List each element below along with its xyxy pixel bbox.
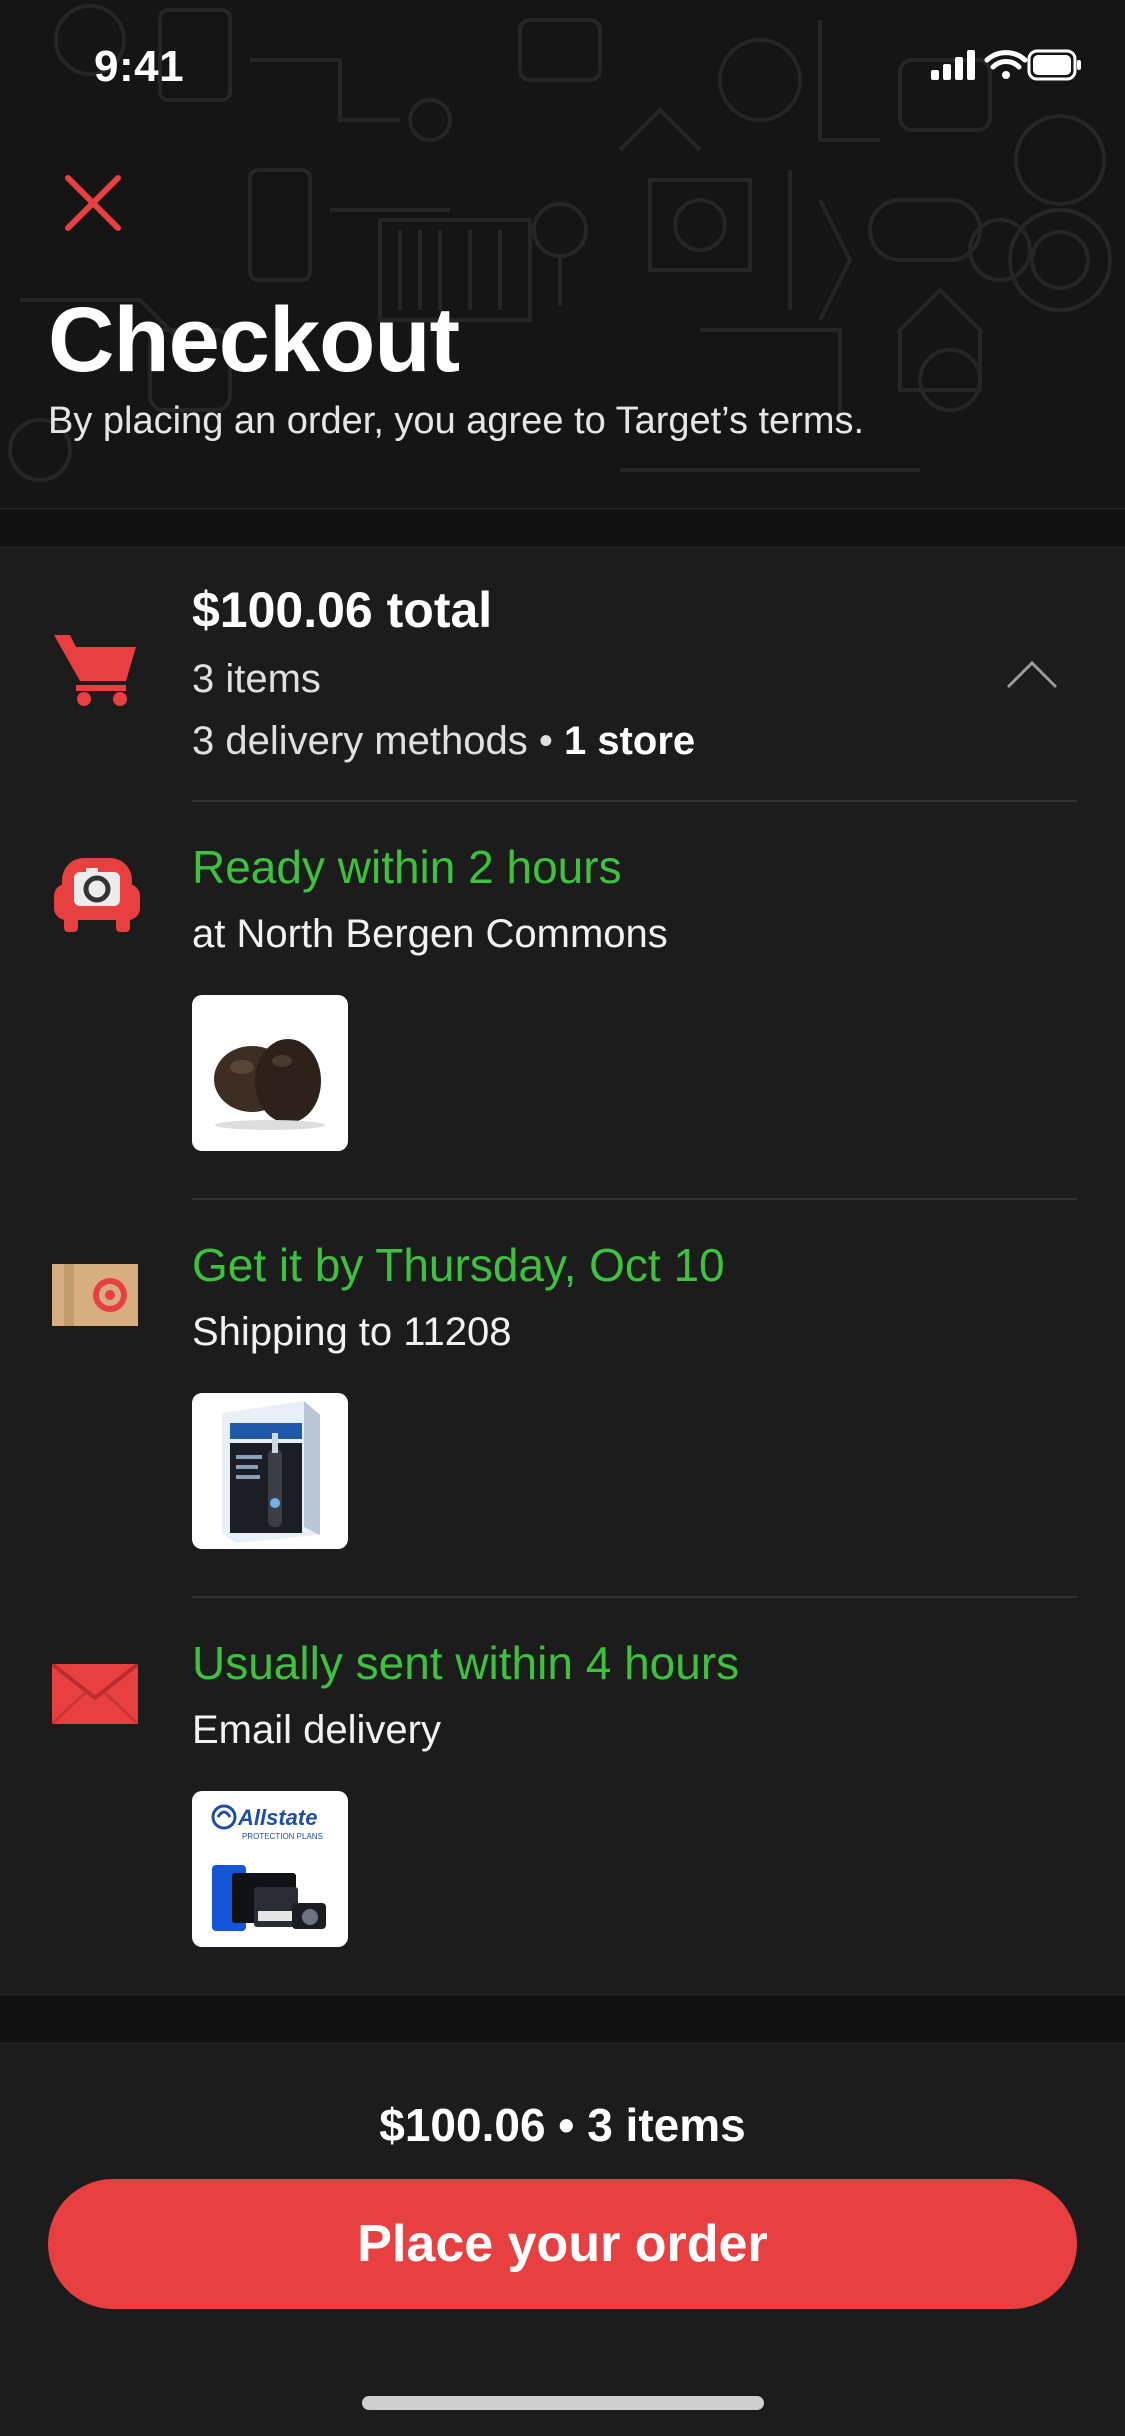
order-total: $100.06 total: [192, 582, 493, 638]
shipping-box-icon: [52, 1264, 138, 1326]
checkout-header: 9:41 Checkout By placing an order, you a…: [0, 0, 1125, 508]
order-summary-row[interactable]: $100.06 total 3 items 3 delivery methods…: [0, 547, 1125, 800]
fulfillment-shipping[interactable]: Get it by Thursday, Oct 10 Shipping to 1…: [0, 1198, 1125, 1596]
page-title: Checkout: [48, 289, 460, 391]
fulfillment-email[interactable]: Usually sent within 4 hours Email delive…: [0, 1596, 1125, 1994]
section-separator: [0, 508, 1125, 548]
wifi-icon: [984, 50, 1028, 70]
item-count: 3 items: [192, 657, 321, 701]
battery-icon: [1027, 49, 1081, 81]
email-envelope-icon: [52, 1664, 138, 1724]
status-time: 9:41: [94, 42, 185, 91]
footer-order-summary: $100.06 • 3 items: [379, 2099, 746, 2151]
place-order-button[interactable]: Place your order: [48, 2179, 1077, 2309]
pickup-store: at North Bergen Commons: [192, 912, 668, 956]
close-icon[interactable]: [62, 172, 124, 234]
cart-icon: [54, 635, 136, 706]
shipping-zip: Shipping to 11208: [192, 1310, 512, 1354]
cellular-signal-icon: [931, 50, 975, 80]
store-count: 1 store: [563, 719, 696, 763]
home-indicator[interactable]: [362, 2396, 764, 2410]
pickup-heading: Ready within 2 hours: [192, 841, 622, 893]
avocados-image[interactable]: [192, 995, 348, 1151]
wifi-dot: [1002, 71, 1010, 79]
delivery-methods-count: 3 delivery methods •: [192, 719, 564, 763]
shipping-heading: Get it by Thursday, Oct 10: [192, 1239, 725, 1291]
terms-text[interactable]: By placing an order, you agree to Target…: [48, 400, 864, 443]
allstate-logo-subtext: PROTECTION PLANS: [242, 1832, 323, 1841]
pickup-car-icon: [54, 858, 140, 932]
email-heading: Usually sent within 4 hours: [192, 1637, 740, 1689]
status-icons: [931, 49, 1081, 81]
email-detail: Email delivery: [192, 1708, 441, 1752]
toothbrush-box-image[interactable]: [192, 1393, 348, 1549]
allstate-logo-text: Allstate: [237, 1805, 317, 1830]
delivery-methods: 3 delivery methods • 1 store: [192, 719, 695, 764]
fulfillment-pickup[interactable]: Ready within 2 hours at North Bergen Com…: [0, 800, 1125, 1198]
chevron-up-icon[interactable]: [1006, 659, 1058, 689]
allstate-protection-plan-image[interactable]: Allstate PROTECTION PLANS: [192, 1791, 348, 1947]
section-separator: [0, 1994, 1125, 2044]
